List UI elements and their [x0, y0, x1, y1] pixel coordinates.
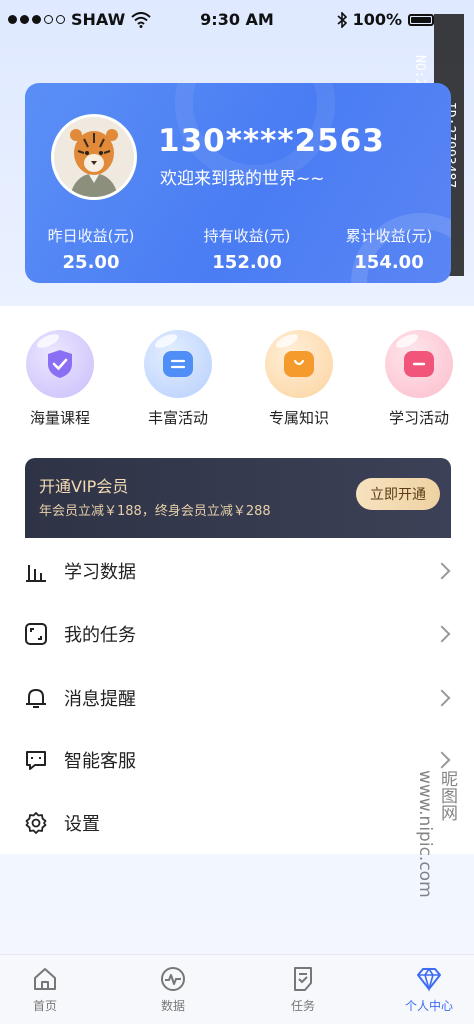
shield-check-icon — [48, 350, 72, 378]
quick-bubble — [385, 330, 453, 398]
task-box-icon — [25, 622, 47, 645]
home-icon — [34, 968, 56, 990]
watermark-site: 昵图网 www.nipic.com — [415, 770, 457, 898]
menu-item-settings[interactable]: 设置 — [0, 791, 474, 854]
stat-label: 昨日收益(元) — [47, 227, 135, 245]
menu-item-customer-service[interactable]: 智能客服 — [0, 728, 474, 791]
vip-banner[interactable]: 开通VIP会员 年会员立减￥188，终身会员立减￥288 立即开通 — [25, 458, 451, 538]
stat-yesterday[interactable]: 昨日收益(元) 25.00 — [31, 225, 151, 273]
chevron-right-icon — [433, 562, 451, 579]
vip-title: 开通VIP会员 — [39, 477, 129, 496]
status-bar: SHAW 9:30 AM 100% — [0, 0, 474, 40]
diamond-icon — [417, 967, 441, 992]
pulse-icon — [161, 967, 185, 991]
tab-label: 首页 — [32, 999, 57, 1013]
quick-action-activities[interactable]: 丰富活动 — [128, 330, 228, 428]
tab-label: 数据 — [160, 999, 185, 1013]
tab-profile[interactable]: 个人中心 — [384, 965, 474, 1014]
menu-item-my-tasks[interactable]: 我的任务 — [0, 602, 474, 665]
status-right: 100% — [337, 10, 434, 29]
profile-card[interactable]: 130****2563 欢迎来到我的世界~~ 昨日收益(元) 25.00 持有收… — [25, 83, 451, 283]
welcome-text: 欢迎来到我的世界~~ — [160, 169, 325, 189]
menu-item-study-data[interactable]: 学习数据 — [0, 539, 474, 602]
menu-item-notifications[interactable]: 消息提醒 — [0, 666, 474, 729]
bar-chart-icon — [26, 564, 46, 582]
menu-label: 我的任务 — [64, 624, 136, 646]
vip-description: 年会员立减￥188，终身会员立减￥288 — [39, 504, 271, 519]
tab-data[interactable]: 数据 — [128, 965, 218, 1014]
stat-label: 累计收益(元) — [345, 227, 433, 245]
quick-bubble — [265, 330, 333, 398]
menu-label: 智能客服 — [64, 750, 136, 772]
tab-label: 个人中心 — [404, 999, 453, 1013]
vip-open-button[interactable]: 立即开通 — [356, 478, 440, 510]
user-phone: 130****2563 — [158, 123, 385, 159]
bottom-tab-bar: 首页 数据 任务 个人中心 — [0, 954, 474, 1024]
quick-label: 学习活动 — [388, 409, 449, 427]
chat-bubble-icon — [26, 750, 46, 770]
task-icon — [294, 967, 312, 991]
gear-icon — [25, 811, 47, 834]
quick-action-courses[interactable]: 海量课程 — [10, 330, 110, 428]
minus-box-icon — [404, 351, 434, 377]
battery-icon — [408, 13, 434, 26]
list-icon — [163, 351, 193, 377]
bluetooth-icon — [337, 11, 347, 28]
avatar[interactable] — [51, 114, 137, 200]
smile-box-icon — [284, 351, 314, 377]
stat-holding[interactable]: 持有收益(元) 152.00 — [187, 225, 307, 273]
chevron-right-icon — [433, 689, 451, 706]
quick-label: 丰富活动 — [147, 409, 208, 427]
quick-bubble — [26, 330, 94, 398]
tab-tasks[interactable]: 任务 — [258, 965, 348, 1014]
chevron-right-icon — [433, 625, 451, 642]
menu-label: 消息提醒 — [64, 688, 136, 710]
stat-value: 25.00 — [62, 252, 120, 273]
stat-value: 152.00 — [212, 252, 282, 273]
quick-bubble — [144, 330, 212, 398]
chevron-right-icon — [433, 751, 451, 768]
menu-label: 设置 — [64, 813, 100, 835]
quick-action-learning[interactable]: 学习活动 — [369, 330, 469, 428]
stat-total[interactable]: 累计收益(元) 154.00 — [329, 225, 449, 273]
quick-label: 海量课程 — [29, 409, 90, 427]
stat-value: 154.00 — [354, 252, 424, 273]
stat-label: 持有收益(元) — [203, 227, 291, 245]
tab-home[interactable]: 首页 — [0, 965, 90, 1014]
bell-icon — [26, 688, 46, 708]
quick-label: 专属知识 — [268, 409, 329, 427]
tiger-avatar-icon — [54, 117, 134, 197]
tab-label: 任务 — [290, 999, 315, 1013]
battery-percent: 100% — [352, 10, 402, 29]
menu-label: 学习数据 — [64, 561, 136, 583]
quick-action-knowledge[interactable]: 专属知识 — [249, 330, 349, 428]
